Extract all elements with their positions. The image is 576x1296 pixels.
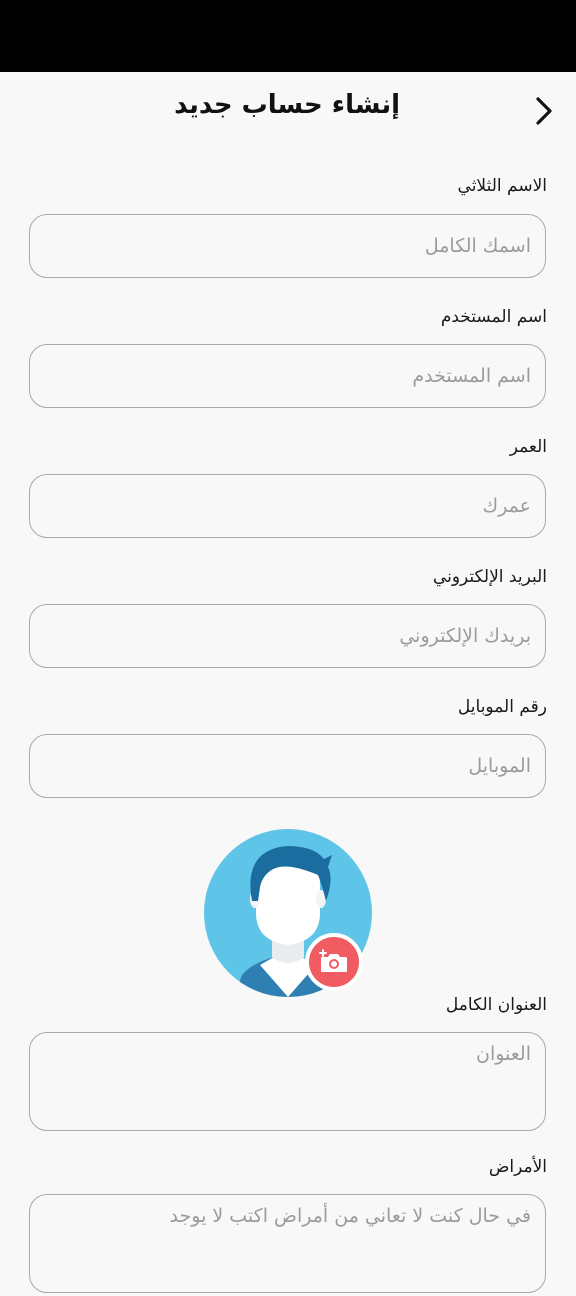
address-label: العنوان الكامل bbox=[445, 995, 547, 1015]
diseases-field-box bbox=[29, 1194, 546, 1293]
email-field-box bbox=[29, 604, 546, 668]
email-label: البريد الإلكتروني bbox=[432, 567, 547, 587]
full-name-field-box bbox=[29, 214, 546, 278]
address-field-box bbox=[29, 1032, 546, 1131]
age-input[interactable] bbox=[30, 475, 545, 537]
back-button[interactable] bbox=[530, 94, 558, 128]
age-label: العمر bbox=[509, 437, 547, 457]
mobile-label: رقم الموبايل bbox=[457, 697, 547, 717]
add-photo-icon bbox=[319, 949, 347, 972]
mobile-input[interactable] bbox=[30, 735, 545, 797]
header: إنشاء حساب جديد bbox=[0, 72, 576, 148]
page-title: إنشاء حساب جديد bbox=[174, 90, 400, 120]
chevron-right-icon bbox=[536, 97, 552, 125]
username-field-box bbox=[29, 344, 546, 408]
username-input[interactable] bbox=[30, 345, 545, 407]
add-photo-button[interactable] bbox=[305, 933, 363, 991]
mobile-field-box bbox=[29, 734, 546, 798]
age-field-box bbox=[29, 474, 546, 538]
diseases-input[interactable] bbox=[30, 1195, 545, 1292]
full-name-input[interactable] bbox=[30, 215, 545, 277]
avatar[interactable] bbox=[204, 829, 372, 997]
status-bar bbox=[0, 0, 576, 72]
email-input[interactable] bbox=[30, 605, 545, 667]
address-input[interactable] bbox=[30, 1033, 545, 1130]
diseases-label: الأمراض bbox=[488, 1157, 547, 1177]
username-label: اسم المستخدم bbox=[440, 307, 547, 327]
full-name-label: الاسم الثلاثي bbox=[457, 176, 547, 196]
